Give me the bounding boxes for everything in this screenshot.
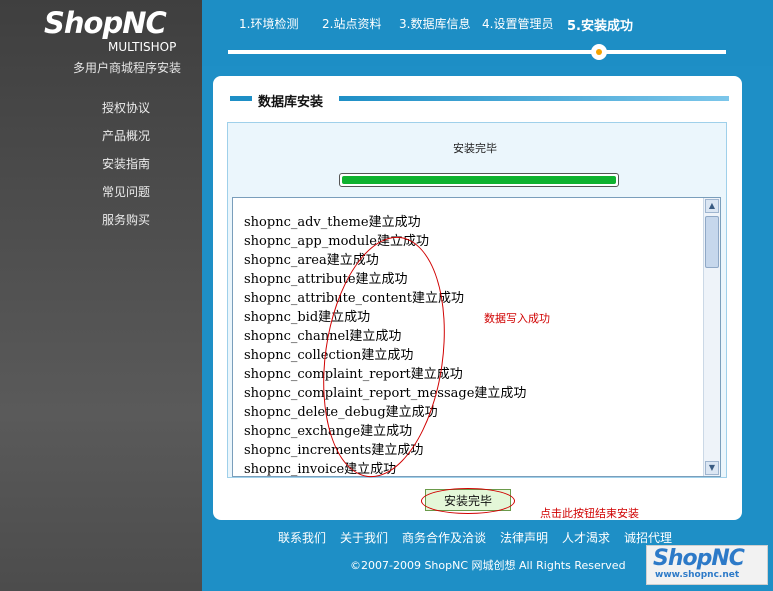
shopnc-logo: ShopNC <box>44 6 167 40</box>
sidebar-item-faq[interactable]: 常见问题 <box>102 183 150 200</box>
section-title: 数据库安装 <box>258 95 324 110</box>
step-admin-setup: 4.设置管理员 <box>482 17 554 31</box>
step-env-check: 1.环境检测 <box>239 17 299 31</box>
step-site-info: 2.站点资料 <box>322 17 382 31</box>
product-tagline: 多用户商城程序安装 <box>73 61 182 75</box>
sidebar-item-overview[interactable]: 产品概况 <box>102 127 150 144</box>
step-progress-line <box>228 50 726 54</box>
watermark: ShopNC www.shopnc.net <box>646 545 768 585</box>
step-db-info: 3.数据库信息 <box>399 17 471 31</box>
watermark-url: www.shopnc.net <box>655 570 740 580</box>
install-progress-bar <box>339 173 619 187</box>
log-line: shopnc_adv_theme建立成功 <box>244 215 421 230</box>
watermark-logo: ShopNC <box>653 546 745 571</box>
annotation-ellipse-button <box>421 488 515 514</box>
footer-link-legal[interactable]: 法律声明 <box>500 529 548 546</box>
title-decoration-right <box>339 96 729 101</box>
install-status: 安装完毕 <box>453 142 497 155</box>
scroll-thumb[interactable] <box>705 216 719 268</box>
install-progress-fill <box>342 176 616 184</box>
product-name: MULTISHOP <box>108 40 177 54</box>
footer-link-contact[interactable]: 联系我们 <box>278 529 326 546</box>
scroll-down-arrow-icon[interactable]: ▼ <box>705 461 719 475</box>
log-scrollbar[interactable]: ▲ ▼ <box>703 198 720 476</box>
footer-link-about[interactable]: 关于我们 <box>340 529 388 546</box>
copyright-text: ©2007-2009 ShopNC 网城创想 All Rights Reserv… <box>350 559 626 572</box>
sidebar-item-purchase[interactable]: 服务购买 <box>102 211 150 228</box>
install-steps <box>202 0 773 66</box>
current-step-indicator <box>591 44 607 60</box>
footer-link-agents[interactable]: 诚招代理 <box>624 529 672 546</box>
step-install-success: 5.安装成功 <box>567 19 633 34</box>
install-log[interactable]: shopnc_adv_theme建立成功 shopnc_app_module建立成… <box>232 197 721 477</box>
footer-link-jobs[interactable]: 人才渴求 <box>562 529 610 546</box>
footer-link-business[interactable]: 商务合作及洽谈 <box>402 529 486 546</box>
sidebar-item-license[interactable]: 授权协议 <box>102 99 150 116</box>
annotation-write-success: 数据写入成功 <box>484 312 550 325</box>
scroll-up-arrow-icon[interactable]: ▲ <box>705 199 719 213</box>
sidebar-item-guide[interactable]: 安装指南 <box>102 155 150 172</box>
title-decoration-left <box>230 96 252 101</box>
sidebar: ShopNC MULTISHOP 多用户商城程序安装 授权协议 产品概况 安装指… <box>0 0 202 591</box>
annotation-click-finish: 点击此按钮结束安装 <box>540 507 639 520</box>
